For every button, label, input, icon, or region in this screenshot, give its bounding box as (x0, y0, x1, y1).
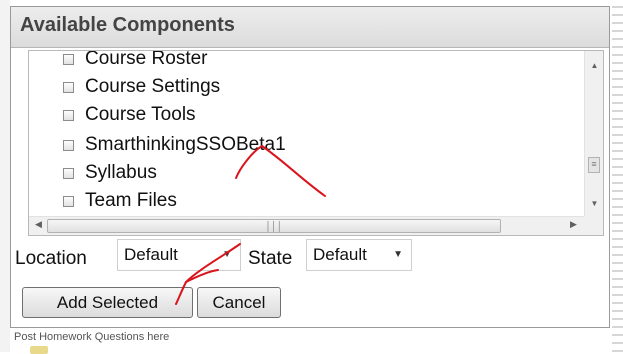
background-page-edge (0, 0, 10, 352)
list-item-course-settings[interactable]: Course Settings (63, 73, 220, 101)
location-label: Location (15, 248, 87, 269)
list-item-label: Course Tools (85, 104, 196, 125)
horizontal-scroll-thumb[interactable]: │││ (47, 219, 501, 233)
list-item-team-files[interactable]: Team Files (63, 187, 177, 215)
background-page-divider (612, 0, 623, 352)
state-select[interactable]: Default ▼ (306, 239, 412, 271)
folder-icon (30, 346, 48, 354)
background-footer-text: Post Homework Questions here (14, 331, 170, 343)
dialog-title-bar[interactable]: Available Components (11, 7, 609, 48)
chevron-down-icon: ▼ (222, 249, 232, 260)
checkbox[interactable] (63, 81, 74, 93)
available-components-dialog: Available Components Course Roster Cours… (10, 6, 610, 328)
checkbox[interactable] (63, 139, 74, 151)
vertical-scrollbar[interactable]: ▲ ≡ ▼ (584, 51, 603, 216)
checkbox[interactable] (63, 53, 74, 65)
checkbox[interactable] (63, 109, 74, 121)
list-item-label: SmarthinkingSSOBeta1 (85, 134, 286, 155)
checkbox[interactable] (63, 167, 74, 179)
scroll-down-arrow-icon[interactable]: ▼ (585, 199, 603, 208)
components-list[interactable]: Course Roster Course Settings Course Too… (28, 50, 604, 236)
list-item-label: Course Roster (85, 50, 208, 69)
vertical-scroll-thumb[interactable]: ≡ (588, 157, 600, 173)
state-label: State (248, 248, 293, 269)
scroll-right-arrow-icon[interactable]: ▶ (570, 219, 577, 230)
state-select-value: Default (313, 245, 367, 264)
add-selected-button[interactable]: Add Selected (22, 287, 193, 318)
list-item-label: Team Files (85, 190, 177, 211)
list-item-label: Syllabus (85, 162, 157, 183)
scrollbar-corner (584, 216, 603, 235)
horizontal-scrollbar[interactable]: ◀ │││ ▶ (29, 216, 584, 235)
list-item-course-tools[interactable]: Course Tools (63, 101, 196, 129)
scroll-left-arrow-icon[interactable]: ◀ (35, 219, 42, 230)
checkbox[interactable] (63, 195, 74, 207)
dialog-title: Available Components (20, 14, 235, 36)
location-select[interactable]: Default ▼ (117, 239, 241, 271)
scroll-up-arrow-icon[interactable]: ▲ (585, 61, 603, 70)
cancel-button[interactable]: Cancel (197, 287, 281, 318)
location-select-value: Default (124, 245, 178, 264)
list-item-label: Course Settings (85, 76, 221, 97)
list-item-course-roster[interactable]: Course Roster (63, 50, 208, 73)
list-item-syllabus[interactable]: Syllabus (63, 159, 157, 187)
list-item-smarthinking[interactable]: SmarthinkingSSOBeta1 (63, 131, 286, 159)
chevron-down-icon: ▼ (393, 249, 403, 260)
